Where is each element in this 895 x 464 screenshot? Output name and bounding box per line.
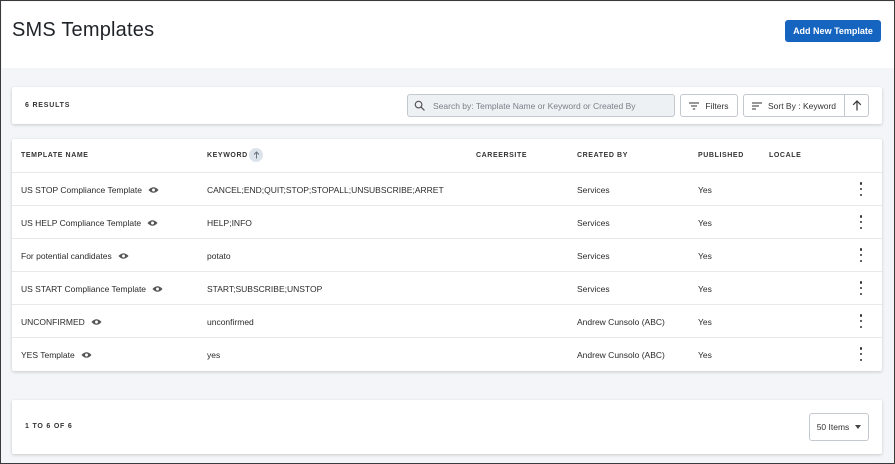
eye-icon[interactable] (81, 351, 92, 359)
sort-direction-button[interactable] (844, 94, 869, 117)
template-name[interactable]: YES Template (21, 350, 75, 360)
published-cell: Yes (698, 218, 712, 228)
created-by-cell: Andrew Cunsolo (ABC) (577, 317, 665, 327)
template-name-cell[interactable]: UNCONFIRMED (21, 317, 102, 327)
keyword-cell: START;SUBSCRIBE;UNSTOP (207, 284, 323, 294)
table-row[interactable]: US STOP Compliance Template CANCEL;END;Q… (12, 172, 882, 205)
keyword-cell: potato (207, 251, 231, 261)
more-options-icon[interactable] (857, 347, 865, 361)
column-header-created-by[interactable]: CREATED BY (577, 152, 628, 159)
add-new-template-button[interactable]: Add New Template (785, 20, 881, 42)
eye-icon[interactable] (148, 186, 159, 194)
created-by-cell: Andrew Cunsolo (ABC) (577, 350, 665, 360)
created-by-cell: Services (577, 284, 610, 294)
table-row[interactable]: US HELP Compliance Template HELP;INFO Se… (12, 205, 882, 238)
sort-by-label: Sort By : Keyword (767, 100, 837, 111)
search-box[interactable] (407, 94, 675, 117)
template-name-cell[interactable]: YES Template (21, 350, 92, 360)
search-input[interactable] (433, 100, 668, 111)
items-per-page-select[interactable]: 50 Items (809, 413, 869, 441)
eye-icon[interactable] (147, 219, 158, 227)
page-header: SMS Templates Add New Template (2, 2, 894, 68)
template-name-cell[interactable]: US STOP Compliance Template (21, 185, 159, 195)
arrow-up-icon (852, 100, 861, 111)
more-options-icon[interactable] (857, 215, 865, 229)
filter-icon (689, 101, 700, 110)
column-header-careersite[interactable]: CAREERSITE (476, 152, 527, 159)
more-options-icon[interactable] (857, 281, 865, 295)
template-name[interactable]: US STOP Compliance Template (21, 185, 142, 195)
sort-by-button[interactable]: Sort By : Keyword (743, 94, 845, 117)
arrow-up-icon (253, 151, 259, 159)
template-name[interactable]: For potential candidates (21, 251, 112, 261)
template-name-cell[interactable]: For potential candidates (21, 251, 129, 261)
more-options-icon[interactable] (857, 314, 865, 328)
published-cell: Yes (698, 350, 712, 360)
column-header-template-name[interactable]: TEMPLATE NAME (21, 152, 89, 159)
more-options-icon[interactable] (857, 248, 865, 262)
keyword-cell: yes (207, 350, 221, 360)
column-header-locale[interactable]: LOCALE (769, 152, 801, 159)
app-frame: SMS Templates Add New Template 6 RESULTS… (0, 0, 895, 464)
filters-label: Filters (705, 100, 729, 111)
column-header-keyword[interactable]: KEYWORD (207, 152, 248, 159)
table-row[interactable]: For potential candidates potato Services… (12, 238, 882, 271)
published-cell: Yes (698, 284, 712, 294)
results-count: 6 RESULTS (25, 102, 71, 109)
keyword-cell: CANCEL;END;QUIT;STOP;STOPALL;UNSUBSCRIBE… (207, 185, 444, 195)
eye-icon[interactable] (118, 252, 129, 260)
published-cell: Yes (698, 185, 712, 195)
template-name-cell[interactable]: US START Compliance Template (21, 284, 163, 294)
template-name-cell[interactable]: US HELP Compliance Template (21, 218, 158, 228)
items-per-page-value: 50 Items (816, 422, 850, 432)
table-row[interactable]: YES Template yes Andrew Cunsolo (ABC) Ye… (12, 337, 882, 370)
templates-table: TEMPLATE NAME KEYWORD CAREERSITE CREATED… (12, 139, 882, 371)
eye-icon[interactable] (152, 285, 163, 293)
created-by-cell: Services (577, 185, 610, 195)
pagination-bar: 1 TO 6 OF 6 50 Items (12, 400, 882, 454)
filters-button[interactable]: Filters (680, 94, 738, 117)
more-options-icon[interactable] (857, 182, 865, 196)
keyword-cell: HELP;INFO (207, 218, 252, 228)
created-by-cell: Services (577, 218, 610, 228)
page-title: SMS Templates (12, 19, 155, 41)
keyword-cell: unconfirmed (207, 317, 254, 327)
published-cell: Yes (698, 317, 712, 327)
template-name[interactable]: UNCONFIRMED (21, 317, 85, 327)
caret-down-icon (855, 425, 862, 429)
search-icon (414, 100, 425, 111)
table-row[interactable]: UNCONFIRMED unconfirmed Andrew Cunsolo (… (12, 304, 882, 337)
paging-summary: 1 TO 6 OF 6 (25, 423, 73, 430)
eye-icon[interactable] (91, 318, 102, 326)
created-by-cell: Services (577, 251, 610, 261)
results-toolbar: 6 RESULTS Filters Sort By : Keyword (12, 87, 882, 124)
keyword-sort-indicator[interactable] (249, 148, 263, 162)
published-cell: Yes (698, 251, 712, 261)
template-name[interactable]: US START Compliance Template (21, 284, 146, 294)
table-row[interactable]: US START Compliance Template START;SUBSC… (12, 271, 882, 304)
column-header-published[interactable]: PUBLISHED (698, 152, 744, 159)
template-name[interactable]: US HELP Compliance Template (21, 218, 141, 228)
sort-icon (751, 101, 762, 110)
